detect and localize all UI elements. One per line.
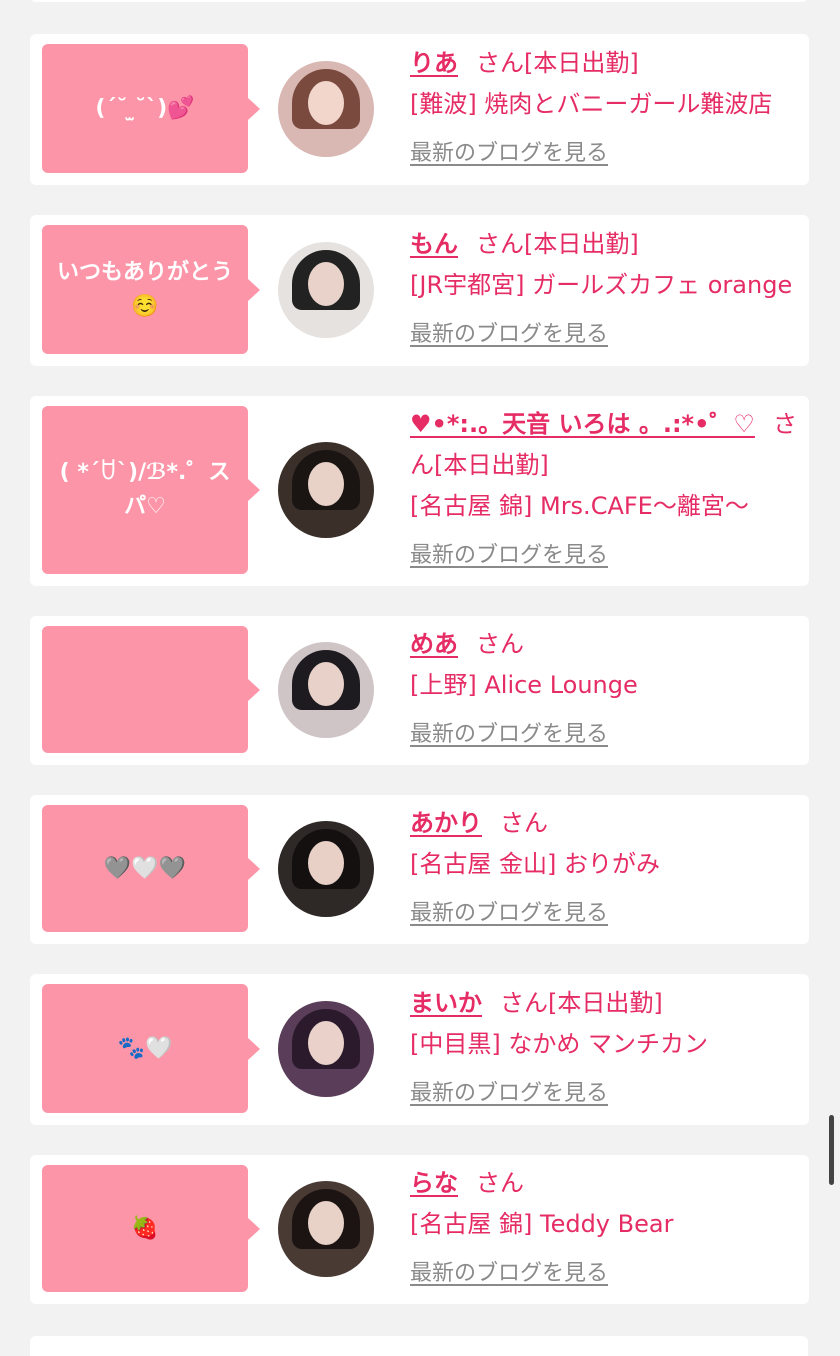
honorific-status: さん[本日出勤] — [476, 49, 639, 77]
cast-name-link[interactable]: ♥•*:.。天音 いろは 。.:*•゜♡ — [410, 410, 755, 438]
next-card-edge — [30, 1336, 808, 1356]
honorific-status: さん — [500, 809, 548, 837]
avatar[interactable] — [278, 641, 374, 738]
latest-blog-link[interactable]: 最新のブログを見る — [410, 1253, 608, 1294]
cast-name-link[interactable]: まいか — [410, 989, 482, 1017]
scrollbar[interactable] — [829, 1115, 834, 1185]
cast-card[interactable]: 🐾🤍 まいか さん[本日出勤] [中目黒] なかめ マンチカン 最新のブログを見る — [30, 974, 809, 1125]
avatar[interactable] — [278, 60, 374, 157]
message-bubble: いつもありがとう☺️ — [42, 225, 260, 354]
cast-card[interactable]: (ˊ˘ ̫˘ˋ)💕 りあ さん[本日出勤] [難波] 焼肉とバニーガール難波店 最… — [30, 34, 809, 185]
cast-blog-list: (ˊ˘ ̫˘ˋ)💕 りあ さん[本日出勤] [難波] 焼肉とバニーガール難波店 最… — [30, 34, 809, 1334]
shop-name: [名古屋 錦] Mrs.CAFE〜離宮〜 — [410, 492, 749, 520]
honorific-status: さん — [476, 1169, 524, 1197]
shop-name: [上野] Alice Lounge — [410, 671, 638, 699]
latest-blog-link[interactable]: 最新のブログを見る — [410, 133, 608, 174]
shop-name: [難波] 焼肉とバニーガール難波店 — [410, 90, 773, 118]
honorific-status: さん[本日出勤] — [500, 989, 663, 1017]
latest-blog-link[interactable]: 最新のブログを見る — [410, 893, 608, 934]
shop-name: [名古屋 錦] Teddy Bear — [410, 1210, 674, 1238]
cast-card[interactable]: 🍓 らな さん [名古屋 錦] Teddy Bear 最新のブログを見る — [30, 1155, 809, 1304]
cast-card[interactable]: 🩶🤍🩶 あかり さん [名古屋 金山] おりがみ 最新のブログを見る — [30, 795, 809, 944]
message-bubble: 🩶🤍🩶 — [42, 805, 260, 932]
latest-blog-link[interactable]: 最新のブログを見る — [410, 1073, 608, 1114]
message-bubble: 🍓 — [42, 1165, 260, 1292]
avatar[interactable] — [278, 442, 374, 538]
message-bubble — [42, 626, 260, 753]
avatar[interactable] — [278, 1000, 374, 1097]
shop-name: [名古屋 金山] おりがみ — [410, 850, 660, 878]
shop-name: [中目黒] なかめ マンチカン — [410, 1030, 708, 1058]
cast-name-link[interactable]: らな — [410, 1169, 458, 1197]
latest-blog-link[interactable]: 最新のブログを見る — [410, 314, 608, 355]
cast-name-link[interactable]: あかり — [410, 809, 482, 837]
shop-name: [JR宇都宮] ガールズカフェ orange — [410, 271, 793, 299]
message-bubble: 🐾🤍 — [42, 984, 260, 1113]
message-bubble: (ˊ˘ ̫˘ˋ)💕 — [42, 44, 260, 173]
cast-name-link[interactable]: もん — [410, 230, 458, 258]
honorific-status: さん — [476, 630, 524, 658]
latest-blog-link[interactable]: 最新のブログを見る — [410, 535, 608, 576]
avatar[interactable] — [278, 820, 374, 917]
cast-card[interactable]: ( *´ꇴ`)/ℬ*.゜スパ♡ ♥•*:.。天音 いろは 。.:*•゜♡ さん[本… — [30, 396, 809, 586]
cast-card[interactable]: めあ さん [上野] Alice Lounge 最新のブログを見る — [30, 616, 809, 765]
cast-name-link[interactable]: めあ — [410, 630, 458, 658]
honorific-status: さん[本日出勤] — [476, 230, 639, 258]
cast-card[interactable]: いつもありがとう☺️ もん さん[本日出勤] [JR宇都宮] ガールズカフェ or… — [30, 215, 809, 366]
cast-name-link[interactable]: りあ — [410, 49, 458, 77]
avatar[interactable] — [278, 1180, 374, 1277]
avatar[interactable] — [278, 241, 374, 338]
message-bubble: ( *´ꇴ`)/ℬ*.゜スパ♡ — [42, 406, 260, 574]
previous-card-edge — [30, 0, 808, 2]
latest-blog-link[interactable]: 最新のブログを見る — [410, 714, 608, 755]
